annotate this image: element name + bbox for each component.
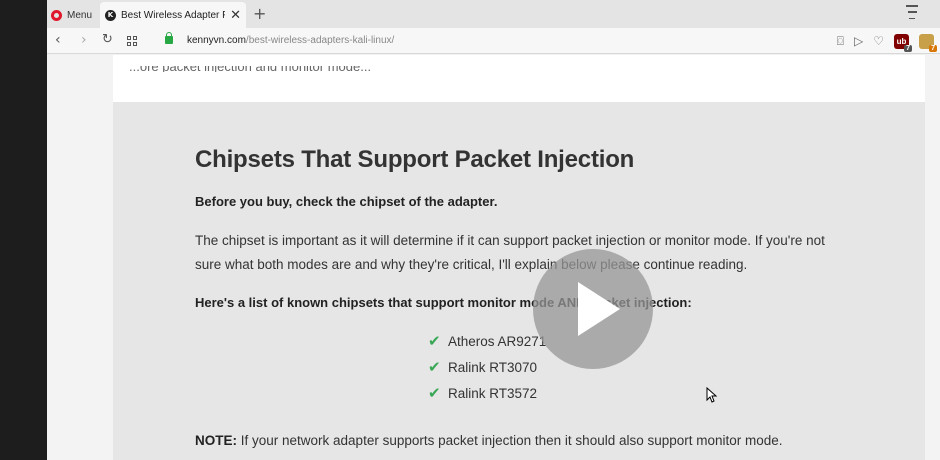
tab-close-icon[interactable]: ✕ <box>230 8 241 23</box>
section-heading: Chipsets That Support Packet Injection <box>195 146 635 173</box>
secure-lock-icon[interactable] <box>165 32 173 44</box>
extension-icon[interactable]: 7 <box>919 33 937 52</box>
chipset-name: Atheros AR9271 <box>448 333 547 349</box>
back-icon[interactable]: ‹ <box>55 32 61 48</box>
bookmark-heart-icon[interactable]: ♡ <box>873 34 884 48</box>
list-item: ✔ Ralink RT3070 <box>428 354 546 380</box>
note-text: NOTE: If your network adapter supports p… <box>195 433 783 448</box>
address-bar-tools: ⌼ ▷ ♡ ub 7 7 <box>837 32 940 52</box>
site-favicon-icon: K <box>105 9 116 21</box>
note-body: If your network adapter supports packet … <box>237 433 783 448</box>
ublock-extension-icon[interactable]: ub 7 <box>894 33 912 52</box>
new-tab-button[interactable]: + <box>253 4 266 23</box>
play-icon <box>578 282 620 336</box>
tab-title: Best Wireless Adapter For K <box>121 9 225 21</box>
browser-window: Menu K Best Wireless Adapter For K ✕ + ‹… <box>47 0 940 460</box>
note-label: NOTE: <box>195 433 237 448</box>
mouse-cursor-icon <box>706 387 718 403</box>
url-field[interactable]: kennyvn.com/best-wireless-adapters-kali-… <box>187 35 394 46</box>
check-icon: ✔ <box>428 384 441 402</box>
chipset-name: Ralink RT3572 <box>448 385 538 401</box>
opera-menu-button[interactable]: Menu <box>51 4 92 26</box>
send-icon[interactable]: ▷ <box>854 34 863 48</box>
menu-label: Menu <box>67 9 93 21</box>
speed-dial-icon[interactable] <box>127 36 137 46</box>
extension-count-badge: 7 <box>929 44 937 52</box>
snapshot-camera-icon[interactable]: ⌼ <box>837 34 844 49</box>
url-domain: kennyvn.com <box>187 35 246 46</box>
reload-icon[interactable]: ↻ <box>102 32 113 47</box>
tab-menu-icon[interactable] <box>906 5 918 19</box>
list-item: ✔ Atheros AR9271 <box>428 328 546 354</box>
list-item: ✔ Ralink RT3572 <box>428 380 546 406</box>
forward-icon[interactable]: › <box>81 32 87 48</box>
address-bar: ‹ › ↻ kennyvn.com/best-wireless-adapters… <box>47 28 940 54</box>
check-icon: ✔ <box>428 332 441 350</box>
opera-logo-icon <box>51 9 62 21</box>
paragraph: The chipset is important as it will dete… <box>195 233 825 272</box>
left-dark-strip <box>0 0 47 460</box>
url-path: /best-wireless-adapters-kali-linux/ <box>245 35 395 46</box>
check-icon: ✔ <box>428 358 441 376</box>
lead-text: Before you buy, check the chipset of the… <box>195 194 498 209</box>
tab-active[interactable]: K Best Wireless Adapter For K ✕ <box>100 2 246 28</box>
web-page: ...ore packet injection and monitor mode… <box>47 55 940 460</box>
article-section: Chipsets That Support Packet Injection B… <box>113 102 925 460</box>
video-play-button[interactable] <box>533 249 653 369</box>
chipset-name: Ralink RT3070 <box>448 359 538 375</box>
tab-strip: Menu K Best Wireless Adapter For K ✕ + <box>47 0 940 28</box>
ublock-count-badge: 7 <box>904 44 912 52</box>
previous-section-card <box>113 55 925 102</box>
chipset-list: ✔ Atheros AR9271 ✔ Ralink RT3070 ✔ Ralin… <box>428 328 546 406</box>
previous-section-text: ...ore packet injection and monitor mode… <box>129 66 429 72</box>
